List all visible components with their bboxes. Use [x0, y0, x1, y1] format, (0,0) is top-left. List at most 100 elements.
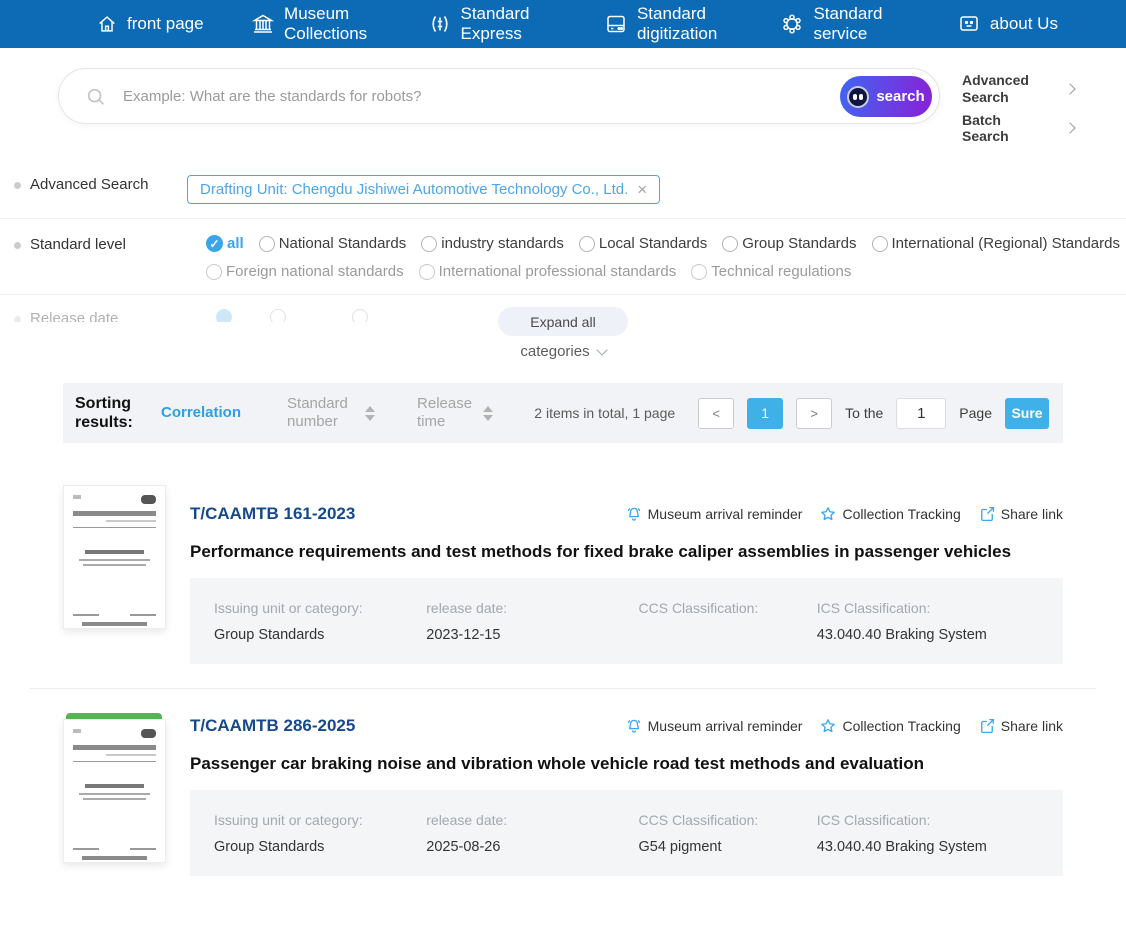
categories-toggle[interactable]: categories	[0, 343, 1126, 360]
batch-search-link[interactable]: Batch Search	[962, 111, 1076, 146]
nav-item-standard-express[interactable]: Standard Express	[428, 4, 557, 43]
radio-icon	[258, 235, 275, 252]
release-date-value: 2025-08-26	[426, 839, 501, 856]
sort-release-time[interactable]: Release time	[417, 395, 494, 431]
museum-arrival-reminder-link[interactable]: Museum arrival reminder	[625, 505, 802, 523]
advanced-search-filter-row: Advanced Search Drafting Unit: Chengdu J…	[0, 175, 1126, 205]
radio-icon	[691, 263, 708, 280]
nav-item-standard-digitization[interactable]: Standard digitization	[604, 4, 733, 43]
filter-expand-zone: Release date Expand all categories	[0, 305, 1126, 369]
nav-label: Standard Express	[460, 4, 530, 43]
pagination: 2 items in total, 1 page < 1 > To the Pa…	[534, 397, 1049, 429]
radio-icon	[722, 235, 739, 252]
filter-tag-text: Drafting Unit: Chengdu Jishiwei Automoti…	[200, 181, 629, 199]
bell-icon	[625, 505, 643, 523]
ccs-classification-label: CCS Classification:	[638, 812, 759, 829]
search-box: search	[58, 68, 940, 124]
star-icon	[819, 717, 837, 735]
chevron-right-icon	[1064, 83, 1076, 95]
radio-all[interactable]: ✓ all	[206, 235, 244, 253]
collection-tracking-link[interactable]: Collection Tracking	[819, 717, 961, 735]
search-input[interactable]	[123, 87, 829, 105]
divider	[0, 294, 1126, 296]
nav-item-museum-collections[interactable]: Museum Collections	[251, 4, 380, 43]
search-side-links: Advanced Search Batch Search	[962, 68, 1076, 146]
categories-label: categories	[520, 343, 590, 361]
collection-tracking-link[interactable]: Collection Tracking	[819, 505, 961, 523]
share-icon-link[interactable]: Share link	[978, 717, 1063, 735]
bullet-icon	[14, 242, 21, 250]
release-date-label: release date:	[426, 600, 508, 617]
standard-cover-thumbnail[interactable]	[63, 719, 166, 864]
radio-group-standards[interactable]: Group Standards	[722, 235, 857, 252]
star-icon	[819, 505, 837, 523]
sort-standard-number[interactable]: Standard number	[287, 395, 376, 431]
drafting-unit-filter-tag[interactable]: Drafting Unit: Chengdu Jishiwei Automoti…	[187, 175, 661, 205]
radio-local-standards[interactable]: Local Standards	[578, 235, 707, 252]
nav-label: Standard service	[813, 4, 883, 43]
ics-classification-value: 43.040.40 Braking System	[816, 839, 987, 856]
radio-international-regional-standards[interactable]: International (Regional) Standards	[871, 235, 1120, 252]
divider	[0, 218, 1126, 220]
standard-level-filter-row: Standard level ✓ all National Standards …	[0, 235, 1126, 280]
issuing-unit-label: Issuing unit or category:	[214, 600, 363, 617]
search-section: search Advanced Search Batch Search	[58, 68, 1126, 145]
home-icon	[96, 13, 118, 35]
museum-arrival-reminder-link[interactable]: Museum arrival reminder	[625, 717, 802, 735]
search-button[interactable]: search	[840, 76, 932, 117]
chevron-down-icon	[595, 344, 608, 356]
standard-cover-thumbnail[interactable]	[63, 485, 166, 630]
advanced-search-filter-label: Advanced Search	[30, 176, 149, 194]
issuing-unit-value: Group Standards	[214, 839, 325, 856]
radio-industry-standards[interactable]: industry standards	[421, 235, 564, 252]
expand-all-button[interactable]: Expand all	[498, 307, 628, 337]
result-item: in force T/CAAMTB 286-2025 Museum arriva…	[63, 689, 1063, 877]
nav-label: Standard digitization	[636, 4, 718, 43]
bell-icon	[625, 717, 643, 735]
advanced-search-link[interactable]: Advanced Search	[962, 72, 1076, 106]
standard-title-link[interactable]: Passenger car braking noise and vibratio…	[190, 754, 1063, 774]
radio-icon	[270, 309, 286, 323]
next-page-button[interactable]: >	[796, 397, 833, 429]
sorting-bar: Sorting results: Correlation Standard nu…	[63, 383, 1063, 444]
sort-correlation[interactable]: Correlation	[161, 404, 241, 422]
cover-logo	[141, 495, 156, 505]
nav-label: front page	[127, 14, 204, 34]
nav-item-standard-service[interactable]: Standard service	[780, 4, 909, 43]
search-icon	[85, 86, 107, 113]
radio-icon	[418, 263, 435, 280]
sorting-results-label: Sorting results:	[75, 395, 133, 432]
search-button-label: search	[876, 88, 925, 105]
ics-classification-value: 43.040.40 Braking System	[816, 627, 987, 644]
ics-classification-label: ICS Classification:	[816, 812, 931, 829]
standard-code-link[interactable]: T/CAAMTB 161-2023	[190, 504, 355, 524]
page-label: Page	[959, 405, 992, 422]
sort-arrows-icon	[483, 405, 494, 421]
radio-icon	[352, 309, 368, 323]
radio-international-professional-standards[interactable]: International professional standards	[418, 263, 676, 280]
confirm-page-button[interactable]: Sure	[1005, 397, 1049, 429]
share-icon-link[interactable]: Share link	[978, 505, 1063, 523]
radio-icon	[871, 235, 888, 252]
standard-code-link[interactable]: T/CAAMTB 286-2025	[190, 716, 355, 736]
cover-logo	[141, 729, 156, 739]
current-page-button[interactable]: 1	[747, 397, 784, 429]
radio-foreign-national-standards[interactable]: Foreign national standards	[206, 263, 404, 280]
result-item: in force T/CAAMTB 161-2023 Museum arriva…	[30, 443, 1096, 690]
issuing-unit-value: Group Standards	[214, 627, 325, 644]
nav-item-about-us[interactable]: about Us	[957, 12, 1058, 36]
radio-technical-regulations[interactable]: Technical regulations	[691, 263, 851, 280]
top-navigation: front page Museum Collections Standard E…	[0, 0, 1126, 48]
batch-search-label: Batch Search	[962, 111, 1009, 145]
nav-item-front-page[interactable]: front page	[96, 13, 204, 35]
standard-title-link[interactable]: Performance requirements and test method…	[190, 542, 1063, 562]
ccs-classification-value	[639, 627, 817, 644]
close-icon[interactable]: ×	[637, 181, 647, 198]
page-number-input[interactable]	[896, 397, 947, 429]
prev-page-button[interactable]: <	[698, 397, 735, 429]
radio-national-standards[interactable]: National Standards	[258, 235, 406, 252]
share-icon	[978, 717, 996, 735]
museum-icon	[251, 12, 275, 36]
to-the-label: To the	[845, 405, 884, 422]
bullet-icon	[14, 182, 21, 190]
